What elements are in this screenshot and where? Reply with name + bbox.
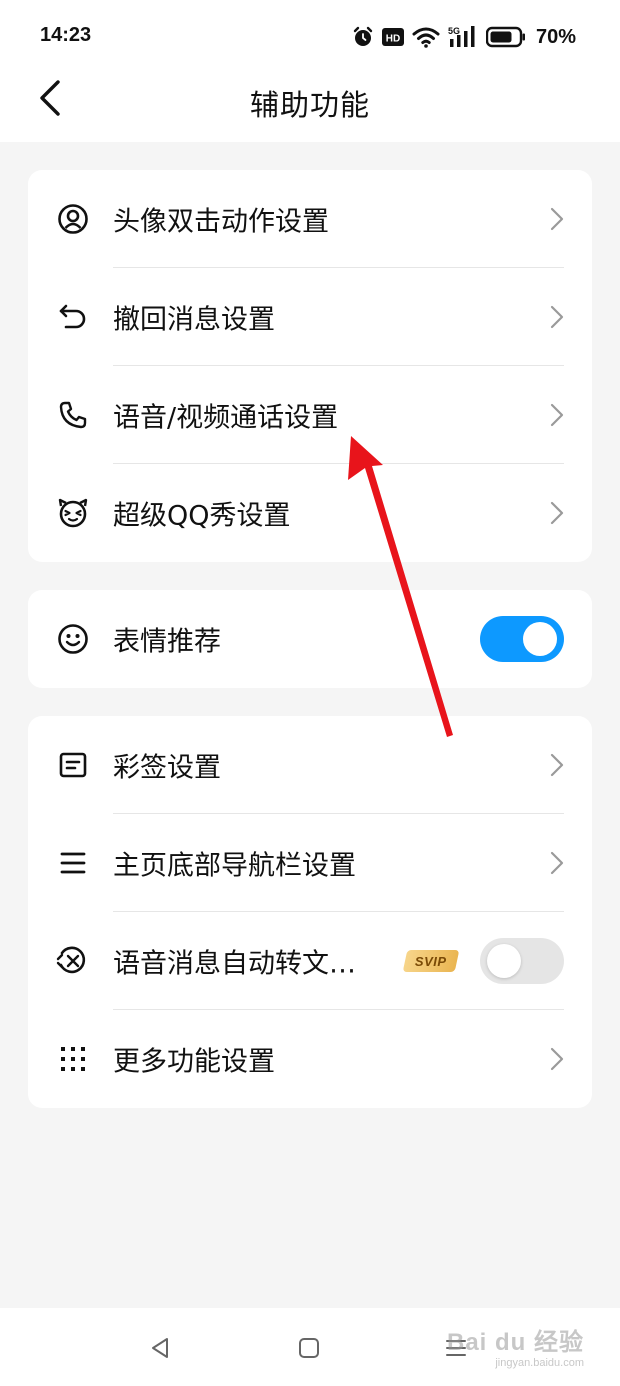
row-voice-to-text: 语音消息自动转文… SVIP [28, 912, 592, 1010]
hd-icon: HD [381, 27, 404, 47]
svip-label: SVIP [415, 953, 447, 969]
row-label: 主页底部导航栏设置 [113, 850, 356, 882]
phone-icon [56, 398, 90, 432]
qq-show-icon [56, 496, 90, 530]
row-label: 超级QQ秀设置 [113, 500, 291, 532]
toggle-knob [487, 944, 521, 978]
battery-icon [485, 26, 526, 48]
row-more-settings[interactable]: 更多功能设置 [28, 1010, 592, 1108]
row-avatar-double-click[interactable]: 头像双击动作设置 [28, 170, 592, 268]
header: 辅助功能 [0, 72, 620, 142]
chevron-right-icon [548, 850, 566, 876]
watermark-sub: jingyan.baidu.com [495, 1357, 584, 1369]
row-home-nav-bar[interactable]: 主页底部导航栏设置 [28, 814, 592, 912]
watermark-main: Bai du 经验 [446, 1329, 584, 1356]
row-label: 彩签设置 [113, 752, 221, 784]
row-label: 更多功能设置 [113, 1046, 275, 1078]
toggle-knob [523, 622, 557, 656]
chevron-right-icon [548, 206, 566, 232]
smiley-icon [56, 622, 90, 656]
tag-icon [56, 748, 90, 782]
row-recall-message[interactable]: 撤回消息设置 [28, 268, 592, 366]
status-bar: 14:23 HD 5G 70% [0, 0, 620, 72]
alarm-icon [352, 26, 374, 48]
system-nav-bar: Bai du 经验 jingyan.baidu.com [0, 1308, 620, 1386]
undo-icon [56, 300, 90, 334]
row-color-tag[interactable]: 彩签设置 [28, 716, 592, 814]
chevron-right-icon [548, 304, 566, 330]
row-label: 语音/视频通话设置 [113, 402, 339, 434]
chevron-right-icon [548, 402, 566, 428]
row-label: 表情推荐 [113, 626, 221, 658]
avatar-icon [56, 202, 90, 236]
chevron-right-icon [548, 1046, 566, 1072]
settings-card-general: 头像双击动作设置 撤回消息设置 语音/视频通话设置 超级QQ秀设置 [28, 170, 592, 562]
page-title: 辅助功能 [249, 88, 370, 122]
signal-5g-icon: 5G [448, 25, 478, 49]
row-label: 头像双击动作设置 [113, 206, 329, 238]
chevron-right-icon [548, 500, 566, 526]
svip-badge: SVIP [402, 950, 460, 972]
row-voice-video-call[interactable]: 语音/视频通话设置 [28, 366, 592, 464]
settings-card-more: 彩签设置 主页底部导航栏设置 语音消息自动转文… SVIP 更多功能设置 [28, 716, 592, 1108]
menu-icon [56, 846, 90, 880]
network-label: 5G [448, 26, 460, 36]
grid-dots-icon [56, 1042, 90, 1076]
battery-percent: 70% [535, 25, 576, 48]
voice-to-text-toggle[interactable] [480, 938, 564, 984]
status-time: 14:23 [40, 24, 92, 46]
status-icons: HD 5G 70% [352, 24, 576, 50]
home-square-icon[interactable] [295, 1334, 323, 1362]
hd-label: HD [386, 34, 400, 45]
voice-to-text-icon [56, 944, 90, 978]
row-emoji-recommend: 表情推荐 [28, 590, 592, 688]
settings-card-emoji: 表情推荐 [28, 590, 592, 688]
chevron-right-icon [548, 752, 566, 778]
row-label: 撤回消息设置 [113, 304, 275, 336]
back-triangle-icon[interactable] [146, 1334, 174, 1362]
row-label: 语音消息自动转文… [113, 948, 356, 980]
emoji-recommend-toggle[interactable] [480, 616, 564, 662]
row-super-qq-show[interactable]: 超级QQ秀设置 [28, 464, 592, 562]
wifi-icon [412, 26, 440, 48]
baidu-watermark: Bai du 经验 jingyan.baidu.com [447, 1322, 584, 1369]
